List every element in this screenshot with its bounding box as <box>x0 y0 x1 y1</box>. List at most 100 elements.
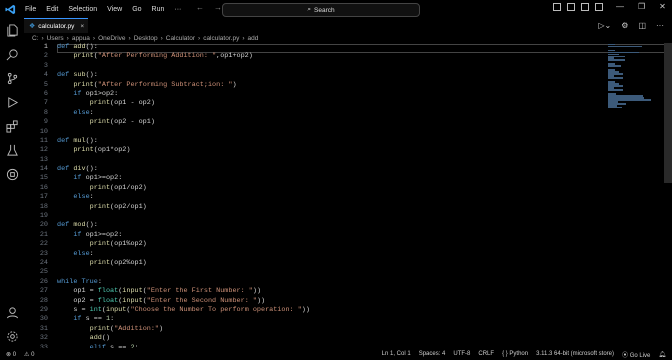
breadcrumb-item[interactable]: OneDrive <box>98 35 125 42</box>
menu-item-6[interactable]: ··· <box>169 6 186 13</box>
code-line[interactable]: 8 else: <box>24 109 608 118</box>
code-line[interactable]: 10 <box>24 128 608 137</box>
tab-close-icon[interactable]: × <box>80 23 84 30</box>
explorer-icon[interactable] <box>4 22 20 38</box>
line-ending[interactable]: CRLF <box>478 351 494 357</box>
code-line[interactable]: 25 <box>24 268 608 277</box>
code-line[interactable]: 5 print("After Performing Subtract;ion: … <box>24 81 608 90</box>
notifications-bell-icon[interactable]: 🔔︎ <box>658 351 666 358</box>
window-controls: — ❐ ✕ <box>616 2 666 11</box>
code-line[interactable]: 13 <box>24 156 608 165</box>
source-control-icon[interactable] <box>4 70 20 86</box>
close-icon[interactable]: ✕ <box>659 2 666 11</box>
code-line[interactable]: 17 else: <box>24 193 608 202</box>
code-text: op1 = float(input("Enter the First Numbe… <box>57 287 261 296</box>
code-line[interactable]: 3 <box>24 62 608 71</box>
code-line[interactable]: 14 def div(): <box>24 165 608 174</box>
search-view-icon[interactable] <box>4 46 20 62</box>
menu-item-0[interactable]: File <box>20 6 41 13</box>
indentation[interactable]: Spaces: 4 <box>419 351 446 357</box>
code-line[interactable]: 1 def add(): <box>24 43 608 52</box>
code-line[interactable]: 19 <box>24 212 608 221</box>
toggle-sidebar-icon[interactable] <box>553 3 561 11</box>
toggle-secondary-sidebar-icon[interactable] <box>581 3 589 11</box>
code-line[interactable]: 7 print(op1 - op2) <box>24 99 608 108</box>
restore-icon[interactable]: ❐ <box>638 2 645 11</box>
code-editor[interactable]: 1 def add(): 2 print("After Performing Add… <box>24 43 608 348</box>
vertical-scrollbar[interactable] <box>664 43 672 183</box>
settings-gear-icon[interactable]: ⚙ <box>621 21 628 30</box>
split-editor-icon[interactable]: ◫ <box>638 21 646 30</box>
line-number: 23 <box>39 249 48 258</box>
manage-gear-icon[interactable] <box>4 328 20 344</box>
code-line[interactable]: 24 print(op2%op1) <box>24 259 608 268</box>
code-line[interactable]: 9 print(op2 - op1) <box>24 118 608 127</box>
python-interpreter[interactable]: 3.11.3 64-bit (microsoft store) <box>536 351 614 357</box>
breadcrumb-separator-icon: › <box>128 34 131 42</box>
encoding[interactable]: UTF-8 <box>453 351 470 357</box>
code-line[interactable]: 18 print(op2/op1) <box>24 203 608 212</box>
code-line[interactable]: 11 def mul(): <box>24 137 608 146</box>
menu-item-2[interactable]: Selection <box>63 6 102 13</box>
breadcrumb-item[interactable]: Calculator <box>166 35 195 42</box>
code-line[interactable]: 2 print("After Performing Addition: ",op… <box>24 52 608 61</box>
code-line[interactable]: 31 print("Addition:") <box>24 325 608 334</box>
more-actions-icon[interactable]: ··· <box>656 21 664 30</box>
code-line[interactable]: 28 op2 = float(input("Enter the Second N… <box>24 297 608 306</box>
menu-item-3[interactable]: View <box>102 6 127 13</box>
code-line[interactable]: 16 print(op1/op2) <box>24 184 608 193</box>
code-line[interactable]: 22 print(op1%op2) <box>24 240 608 249</box>
line-number: 7 <box>43 99 48 108</box>
toggle-panel-icon[interactable] <box>567 3 575 11</box>
code-line[interactable]: 21 if op1>=op2: <box>24 231 608 240</box>
minimize-icon[interactable]: — <box>616 2 624 11</box>
code-token: mul <box>73 136 86 145</box>
breadcrumb-item[interactable]: appua <box>72 35 90 42</box>
code-line[interactable]: 32 add() <box>24 334 608 343</box>
tab-calculator-py[interactable]: ❖ calculator.py × <box>24 18 88 33</box>
code-line[interactable]: 20 def mod(): <box>24 221 608 230</box>
errors-status[interactable]: ⊗ 0 <box>6 351 16 358</box>
minimap[interactable] <box>608 43 660 109</box>
code-token: "Enter the First Number: " <box>146 287 253 296</box>
language-mode[interactable]: { } Python <box>502 351 528 357</box>
code-line[interactable]: 12 print(op1*op2) <box>24 146 608 155</box>
code-line[interactable]: 4 def sub(): <box>24 71 608 80</box>
breadcrumb-item[interactable]: C: <box>32 35 39 42</box>
testing-icon[interactable] <box>4 142 20 158</box>
code-line[interactable]: 26 while True: <box>24 278 608 287</box>
back-arrow-icon[interactable]: ← <box>196 3 204 12</box>
code-line[interactable]: 30 if s == 1: <box>24 315 608 324</box>
code-line[interactable]: 23 else: <box>24 250 608 259</box>
code-token: div <box>73 165 86 174</box>
go-live[interactable]: ⦿ Go Live <box>622 350 650 359</box>
menu-item-4[interactable]: Go <box>127 6 146 13</box>
breadcrumb-item[interactable]: calculator.py <box>203 35 239 42</box>
menu-item-1[interactable]: Edit <box>41 6 63 13</box>
code-token: (op1%op2) <box>110 240 147 249</box>
forward-arrow-icon[interactable]: → <box>214 3 222 12</box>
code-line[interactable]: 15 if op1>=op2: <box>24 174 608 183</box>
remote-explorer-icon[interactable] <box>4 166 20 182</box>
cursor-position[interactable]: Ln 1, Col 1 <box>382 351 411 357</box>
customize-layout-icon[interactable] <box>595 3 603 11</box>
warnings-status[interactable]: ⚠ 0 <box>24 351 34 358</box>
account-icon[interactable] <box>4 304 20 320</box>
code-line[interactable]: 27 op1 = float(input("Enter the First Nu… <box>24 287 608 296</box>
breadcrumb-item[interactable]: Desktop <box>134 35 158 42</box>
code-line[interactable]: 6 if op1>op2: <box>24 90 608 99</box>
code-line[interactable]: 29 s = int(input("Choose the Number To p… <box>24 306 608 315</box>
breadcrumb-item[interactable]: Users <box>47 35 64 42</box>
search-box[interactable]: ⌕ Search <box>222 3 420 17</box>
extensions-icon[interactable] <box>4 118 20 134</box>
menu-item-5[interactable]: Run <box>147 6 170 13</box>
code-token: def <box>57 165 74 174</box>
run-debug-icon[interactable] <box>4 94 20 110</box>
code-token: () <box>101 334 111 343</box>
breadcrumb-item[interactable]: add <box>248 35 259 42</box>
run-python-file-icon[interactable]: ▷⌄ <box>598 21 611 30</box>
